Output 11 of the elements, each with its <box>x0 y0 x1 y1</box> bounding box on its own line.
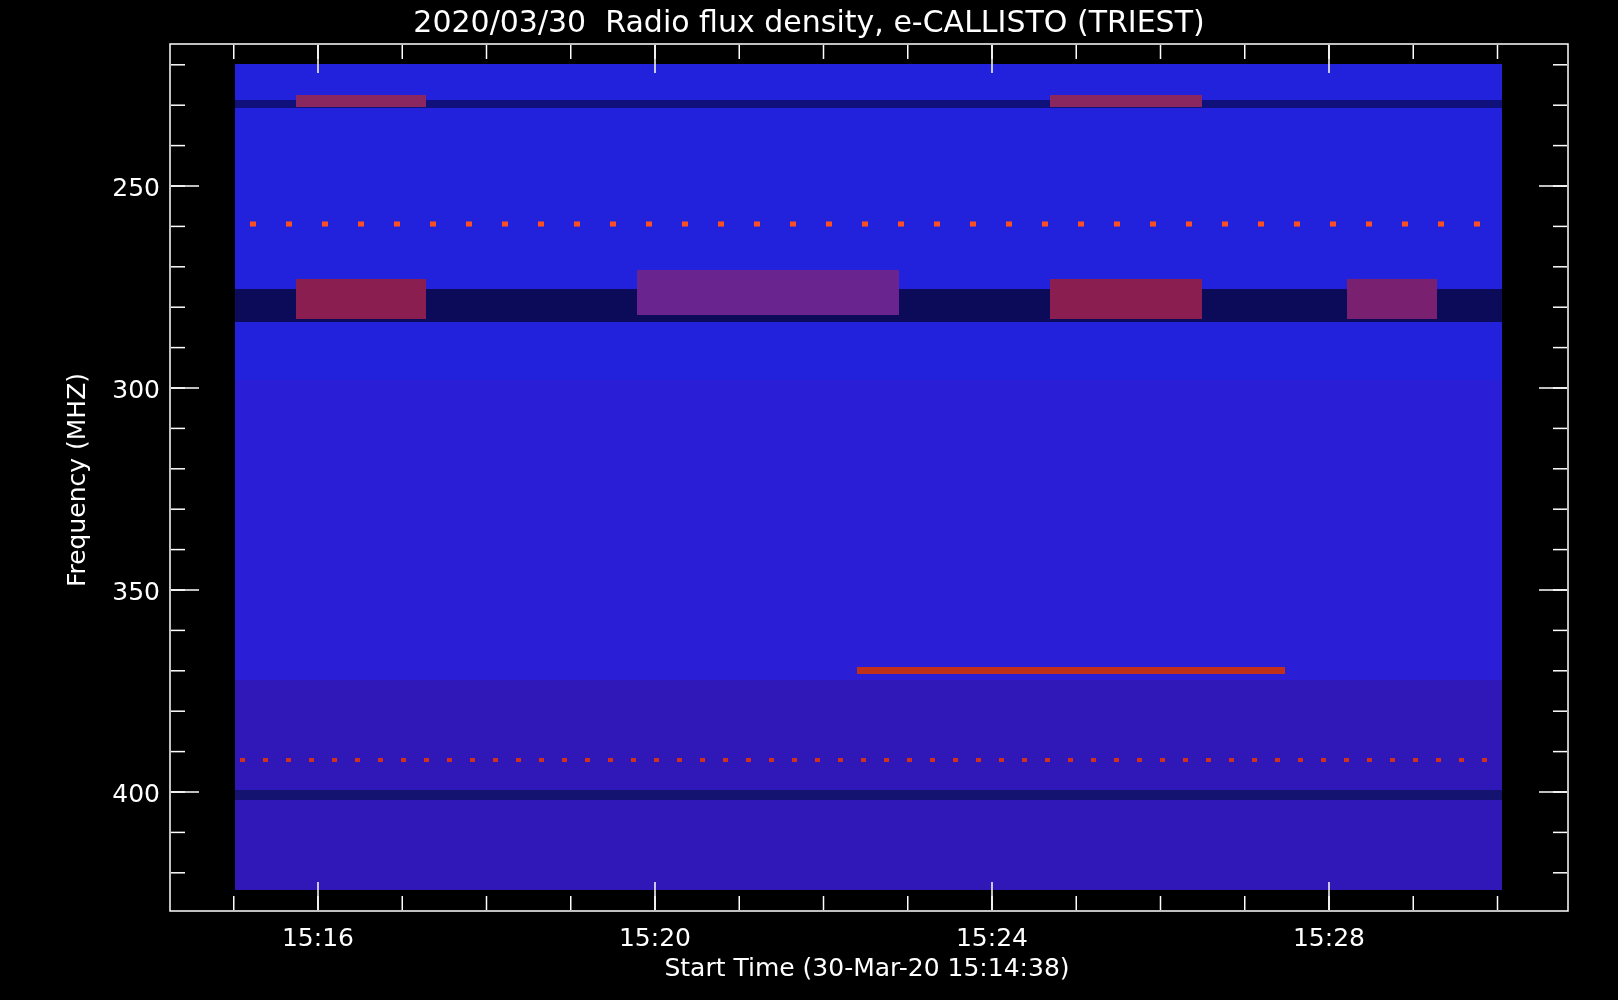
x-axis-title: Start Time (30-Mar-20 15:14:38) <box>664 953 1070 982</box>
y-tick-label: 400 <box>112 779 160 808</box>
x-tick-label: 15:24 <box>956 923 1028 952</box>
y-tick-label: 250 <box>112 173 160 202</box>
y-axis-title: Frequency (MHZ) <box>62 372 91 588</box>
y-tick-label: 350 <box>112 577 160 606</box>
x-tick-label: 15:28 <box>1293 923 1365 952</box>
y-tick-label: 300 <box>112 375 160 404</box>
x-tick-label: 15:16 <box>282 923 354 952</box>
chart-title: 2020/03/30 Radio flux density, e-CALLISTO (TRIEST) <box>413 4 1205 39</box>
x-tick-label: 15:20 <box>619 923 691 952</box>
